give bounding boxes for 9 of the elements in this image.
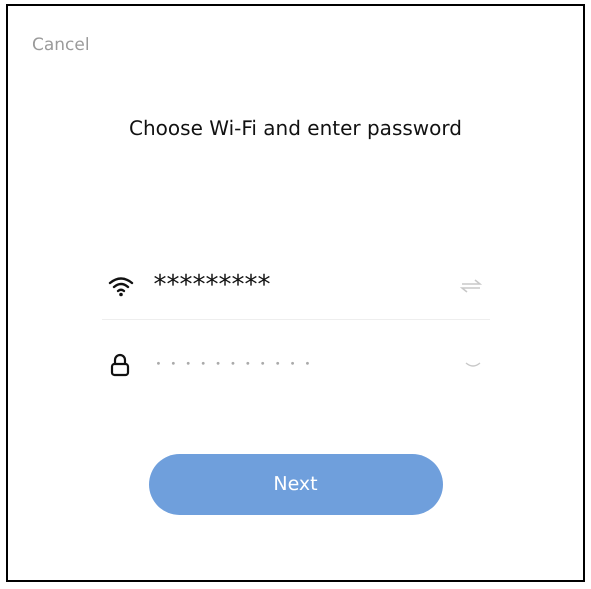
cancel-button[interactable]: Cancel (32, 33, 90, 58)
lock-icon (110, 352, 130, 376)
wifi-icon (108, 274, 134, 296)
password-field[interactable]: ••••••••••• (156, 357, 464, 372)
swap-icon[interactable] (460, 278, 482, 292)
next-button[interactable]: Next (148, 454, 442, 514)
wifi-name-field[interactable]: ********* (154, 266, 460, 305)
eye-closed-icon[interactable] (464, 360, 482, 368)
page-title: Choose Wi-Fi and enter password (129, 114, 462, 142)
